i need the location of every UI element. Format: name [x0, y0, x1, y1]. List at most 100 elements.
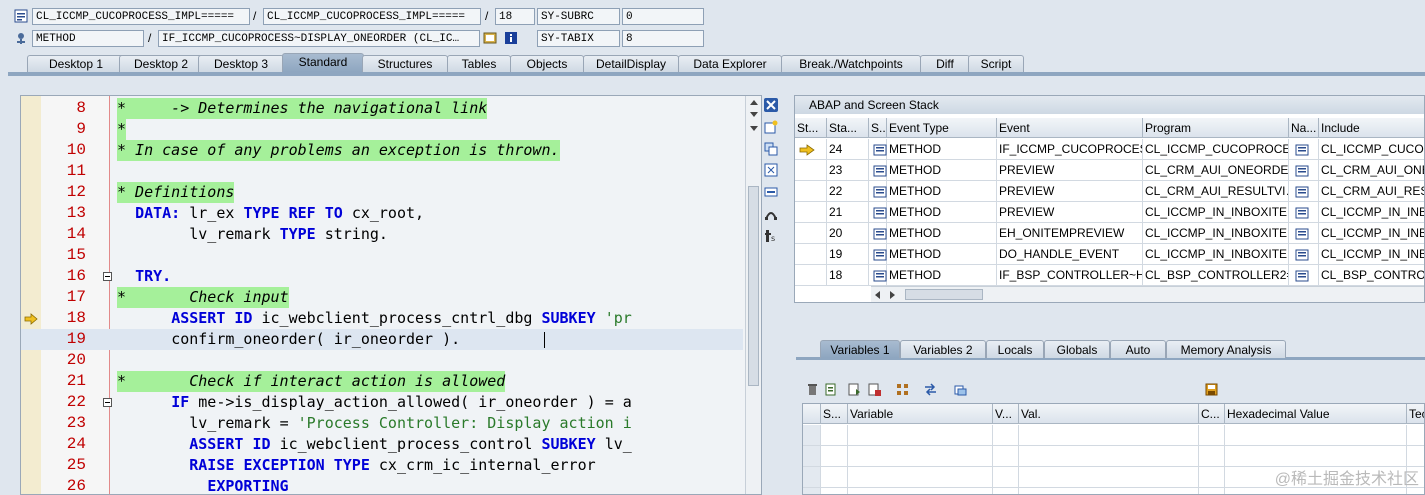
insert-icon[interactable] — [825, 383, 838, 396]
code-line[interactable]: 24 ASSERT ID ic_webclient_process_contro… — [21, 434, 743, 455]
variable-cell[interactable] — [1407, 446, 1424, 467]
settings-tool-icon[interactable]: s — [764, 229, 778, 243]
stack-cell-status[interactable] — [795, 160, 827, 181]
source-code-editor[interactable]: 8 * -> Determines the navigational link 9 *… — [20, 95, 762, 495]
code-line[interactable]: 10 * In case of any problems an exception… — [21, 140, 743, 161]
scroll-right-icon[interactable] — [889, 290, 897, 300]
open-icon[interactable] — [954, 383, 967, 396]
stack-cell-sta[interactable]: 20 — [827, 223, 869, 244]
save-list-icon[interactable] — [868, 383, 881, 396]
tab-variables-1[interactable]: Variables 1 — [820, 340, 900, 358]
code-line[interactable]: 20 — [21, 350, 743, 371]
stack-cell-event[interactable]: EH_ONITEMPREVIEW — [997, 223, 1143, 244]
stack-cell-navigate[interactable] — [1289, 181, 1319, 202]
variable-cell[interactable] — [993, 446, 1019, 467]
tab-locals[interactable]: Locals — [986, 340, 1044, 358]
method-name-field[interactable]: IF_ICCMP_CUCOPROCESS~DISPLAY_ONEORDER (C… — [158, 30, 480, 47]
stack-horizontal-scrollbar[interactable] — [871, 286, 1424, 302]
col-header-include[interactable]: Include — [1319, 118, 1424, 138]
row-selector[interactable] — [803, 446, 821, 467]
stack-cell-sta[interactable]: 24 — [827, 139, 869, 160]
row-selector[interactable] — [803, 488, 821, 494]
stack-cell-include[interactable]: CL_CRM_AUI_ONEC — [1319, 160, 1424, 181]
stack-cell-status[interactable] — [795, 139, 827, 160]
code-line[interactable]: 22 IF me->is_display_action_allowed( ir_… — [21, 392, 743, 413]
tab-variables-2[interactable]: Variables 2 — [900, 340, 986, 358]
stack-cell-include[interactable]: CL_ICCMP_IN_INBO — [1319, 223, 1424, 244]
variable-cell[interactable] — [1019, 446, 1199, 467]
variable-cell[interactable] — [821, 467, 848, 488]
col-header-event-type[interactable]: Event Type — [887, 118, 997, 138]
stack-cell-event-type[interactable]: METHOD — [873, 139, 997, 160]
include-program-field[interactable]: CL_ICCMP_CUCOPROCESS_IMPL===== — [263, 8, 481, 25]
exchange-icon[interactable] — [924, 383, 937, 396]
stack-cell-navigate[interactable] — [1289, 223, 1319, 244]
stack-cell-navigate[interactable] — [1289, 265, 1319, 286]
stack-cell-event[interactable]: PREVIEW — [997, 181, 1143, 202]
variable-cell[interactable] — [1225, 488, 1407, 494]
navigate-icon[interactable] — [1295, 165, 1309, 177]
save-icon[interactable] — [1205, 383, 1218, 396]
stack-cell-sta[interactable]: 21 — [827, 202, 869, 223]
code-line[interactable]: 26 EXPORTING — [21, 476, 743, 494]
code-line[interactable]: 9 * — [21, 119, 743, 140]
stack-cell-status[interactable] — [795, 223, 827, 244]
tab-desktop-2[interactable]: Desktop 2 — [119, 55, 203, 72]
col-header-hex-value[interactable]: Hexadecimal Value — [1225, 404, 1407, 424]
col-header-c[interactable]: C... — [1199, 404, 1225, 424]
variable-cell[interactable] — [1225, 446, 1407, 467]
main-program-field[interactable]: CL_ICCMP_CUCOPROCESS_IMPL===== — [32, 8, 250, 25]
variable-cell[interactable] — [848, 488, 993, 494]
stack-cell-event-type[interactable]: METHOD — [873, 202, 997, 223]
code-line[interactable]: 17 * Check input — [21, 287, 743, 308]
tab-desktop-1[interactable]: Desktop 1 — [27, 55, 125, 72]
variable-cell[interactable] — [848, 425, 993, 446]
stack-cell-event[interactable]: DO_HANDLE_EVENT — [997, 244, 1143, 265]
code-line[interactable]: 25 RAISE EXCEPTION TYPE cx_crm_ic_intern… — [21, 455, 743, 476]
stack-cell-program[interactable]: CL_ICCMP_IN_INBOXITE… — [1143, 223, 1289, 244]
stack-cell-sta[interactable]: 18 — [827, 265, 869, 286]
row-selector[interactable] — [803, 425, 821, 446]
code-line[interactable]: 8 * -> Determines the navigational link — [21, 98, 743, 119]
row-selector[interactable] — [803, 467, 821, 488]
code-line[interactable]: 12 * Definitions — [21, 182, 743, 203]
scroll-left-icon[interactable] — [873, 290, 881, 300]
scroll-up-icon[interactable] — [749, 98, 759, 106]
services-icon[interactable] — [764, 207, 778, 221]
navigate-icon[interactable] — [1295, 228, 1309, 240]
tab-break-watchpoints[interactable]: Break./Watchpoints — [781, 55, 921, 72]
stack-cell-include[interactable]: CL_ICCMP_IN_INBO — [1319, 202, 1424, 223]
stack-cell-navigate[interactable] — [1289, 202, 1319, 223]
tab-globals[interactable]: Globals — [1044, 340, 1110, 358]
tab-standard[interactable]: Standard — [282, 53, 364, 72]
variable-cell[interactable] — [821, 425, 848, 446]
info-icon[interactable] — [504, 31, 518, 45]
expand-icon[interactable] — [764, 185, 778, 199]
delete-icon[interactable] — [806, 383, 819, 396]
stack-cell-navigate[interactable] — [1289, 244, 1319, 265]
code-line[interactable]: 11 — [21, 161, 743, 182]
stack-cell-event[interactable]: PREVIEW — [997, 160, 1143, 181]
code-line[interactable]: 15 — [21, 245, 743, 266]
variable-cell[interactable] — [993, 488, 1019, 494]
stack-cell-sta[interactable]: 22 — [827, 181, 869, 202]
col-header-v[interactable]: V... — [993, 404, 1019, 424]
col-header-program[interactable]: Program — [1143, 118, 1289, 138]
variable-cell[interactable] — [821, 446, 848, 467]
variable-cell[interactable] — [848, 446, 993, 467]
stack-cell-status[interactable] — [795, 244, 827, 265]
tab-script[interactable]: Script — [968, 55, 1024, 72]
variable-cell[interactable] — [1199, 488, 1225, 494]
code-line[interactable]: 18 ASSERT ID ic_webclient_process_cntrl_… — [21, 308, 743, 329]
variable-cell[interactable] — [1199, 425, 1225, 446]
scroll-thumb[interactable] — [905, 289, 983, 300]
stack-cell-event-type[interactable]: METHOD — [873, 160, 997, 181]
variable-cell[interactable] — [1019, 467, 1199, 488]
col-header-s[interactable]: S... — [821, 404, 848, 424]
stack-cell-include[interactable]: CL_ICCMP_IN_INBO — [1319, 244, 1424, 265]
tab-diff[interactable]: Diff — [920, 55, 970, 72]
variable-cell[interactable] — [1199, 467, 1225, 488]
display-icon[interactable] — [483, 31, 497, 45]
close-icon[interactable] — [764, 98, 778, 112]
code-line[interactable]: 13 DATA: lr_ex TYPE REF TO cx_root, — [21, 203, 743, 224]
